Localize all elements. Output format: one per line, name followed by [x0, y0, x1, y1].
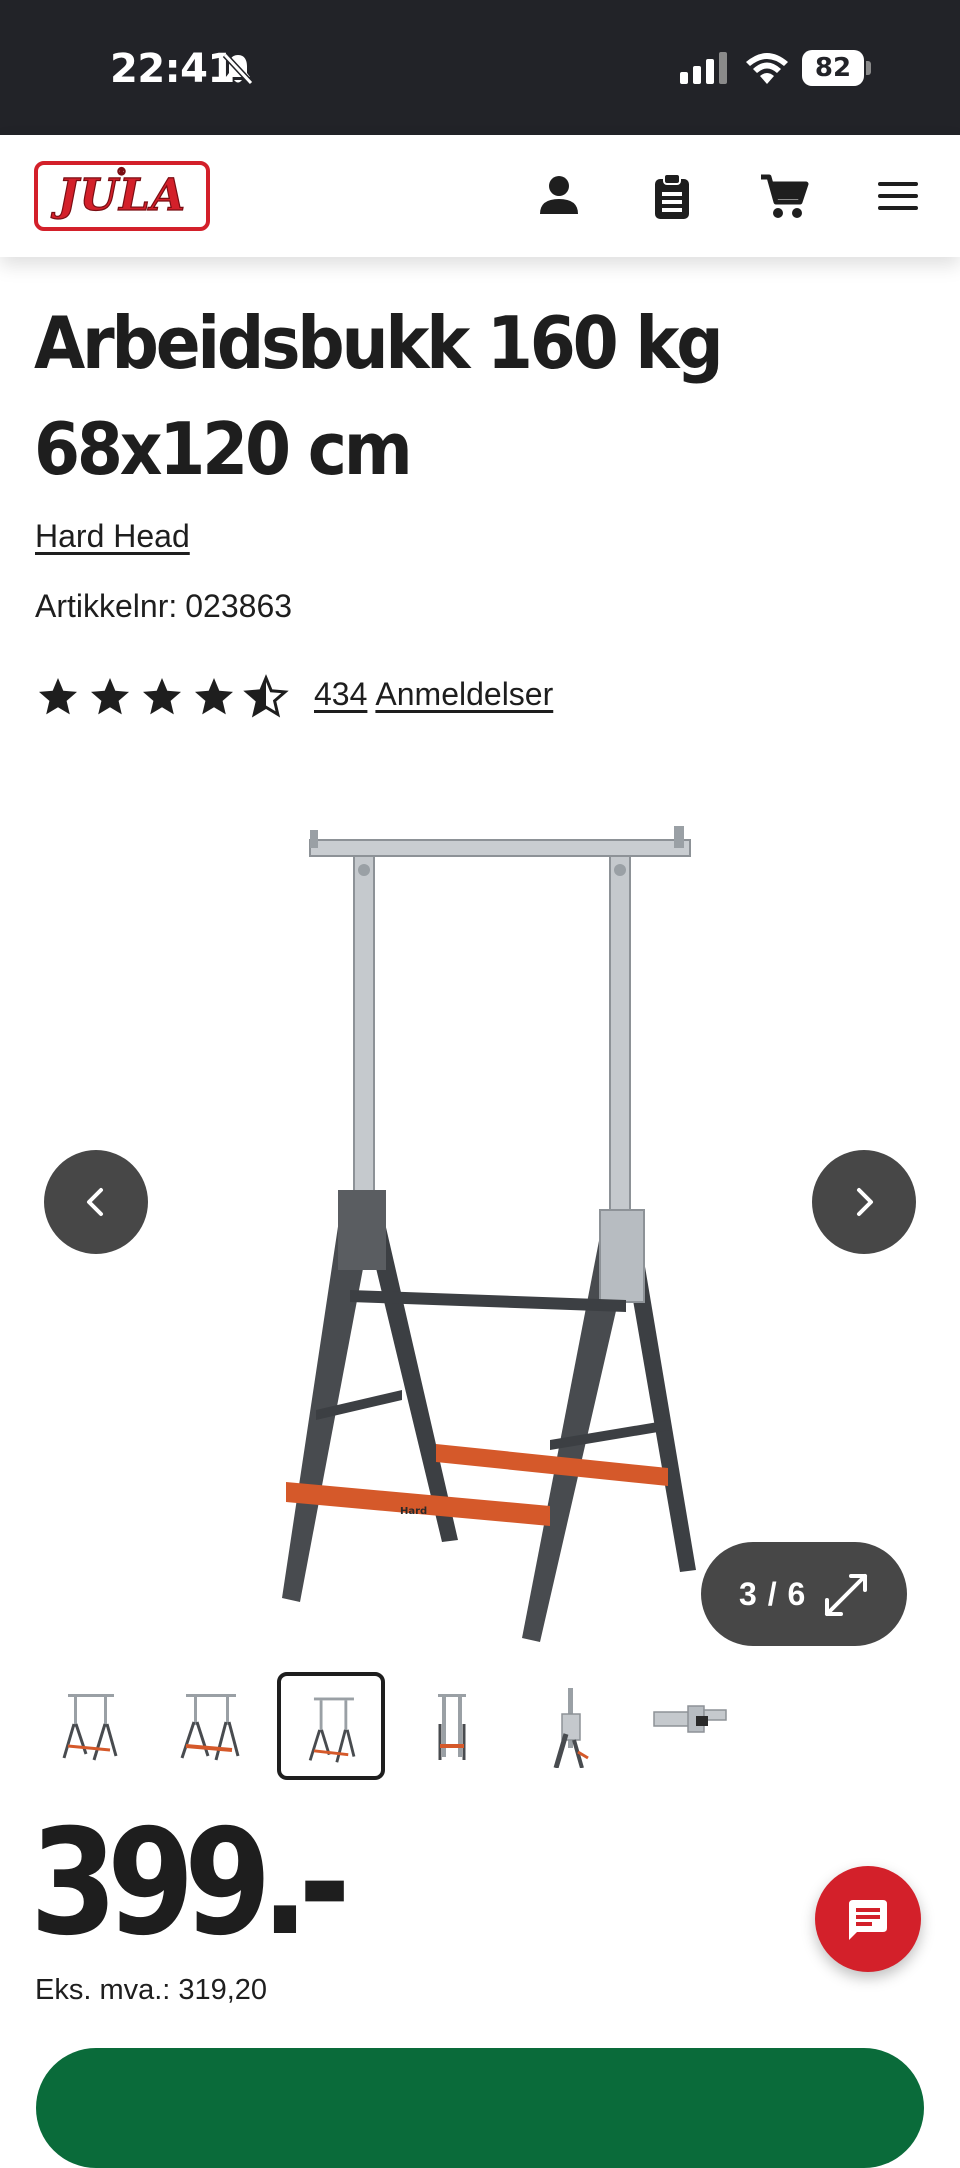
prev-image-button[interactable] — [44, 1150, 148, 1254]
status-time: 22:41 — [110, 46, 235, 92]
site-header: JULA ® — [0, 135, 960, 257]
expand-icon — [825, 1574, 867, 1616]
chevron-right-icon — [857, 1188, 873, 1216]
thumbnail-image — [180, 1694, 240, 1761]
svg-text:Hard: Hard — [400, 1506, 427, 1517]
thumbnail-6[interactable] — [636, 1672, 744, 1780]
thumbnail-2[interactable] — [156, 1672, 264, 1780]
image-counter: 3 / 6 — [739, 1576, 807, 1612]
menu-icon[interactable] — [874, 171, 924, 221]
chat-button[interactable] — [815, 1866, 921, 1972]
rating-stars — [39, 676, 287, 716]
thumbnail-4[interactable] — [396, 1672, 504, 1780]
clipboard-icon[interactable] — [647, 171, 697, 221]
thumbnail-strip — [36, 1672, 756, 1780]
article-number: Artikkelnr: 023863 — [35, 588, 292, 625]
thumbnail-image — [553, 1688, 589, 1768]
next-image-button[interactable] — [812, 1150, 916, 1254]
status-bar: 22:41 82 — [0, 0, 960, 135]
ex-vat-label: Eks. mva.: — [35, 1974, 171, 2006]
thumbnail-1[interactable] — [36, 1672, 144, 1780]
review-count: 434 — [314, 676, 368, 712]
price-ex-vat: Eks. mva.: 319,20 — [35, 1974, 267, 2007]
price: 399.- — [30, 1798, 351, 1968]
thumbnail-image — [653, 1705, 727, 1733]
cart-icon[interactable] — [759, 171, 809, 221]
star-icon — [91, 678, 129, 715]
thumbnail-image — [438, 1694, 466, 1760]
star-icon — [143, 678, 181, 715]
product-image[interactable]: Hard — [250, 790, 710, 1650]
battery-level: 82 — [802, 50, 864, 86]
thumbnail-image — [62, 1694, 118, 1761]
star-icon — [39, 678, 77, 715]
brand-link[interactable]: Hard Head — [35, 518, 190, 555]
reviews-link[interactable]: 434 Anmeldelser — [314, 676, 553, 713]
chat-icon — [849, 1900, 887, 1940]
product-gallery: Hard 3 / 6 — [0, 760, 960, 1650]
signal-icon — [680, 52, 727, 84]
product-title: Arbeidsbukk 160 kg 68x120 cm — [34, 301, 724, 491]
article-number-value: 023863 — [185, 588, 293, 624]
thumbnail-5[interactable] — [516, 1672, 624, 1780]
ex-vat-value: 319,20 — [178, 1974, 268, 2006]
star-icon — [195, 678, 233, 715]
image-counter-fullscreen-button[interactable]: 3 / 6 — [701, 1542, 907, 1646]
article-number-label: Artikkelnr: — [35, 588, 178, 624]
user-icon[interactable] — [534, 171, 584, 221]
add-to-cart-button[interactable] — [36, 2048, 924, 2168]
battery-icon: 82 — [802, 50, 871, 86]
thumbnail-3[interactable] — [277, 1672, 385, 1780]
bell-off-icon — [222, 52, 254, 86]
chevron-left-icon — [87, 1188, 103, 1216]
review-label: Anmeldelser — [375, 676, 554, 712]
star-half-icon — [245, 676, 287, 716]
wifi-icon — [746, 53, 788, 84]
thumbnail-image — [308, 1697, 356, 1763]
jula-logo[interactable]: JULA ® — [34, 161, 210, 231]
